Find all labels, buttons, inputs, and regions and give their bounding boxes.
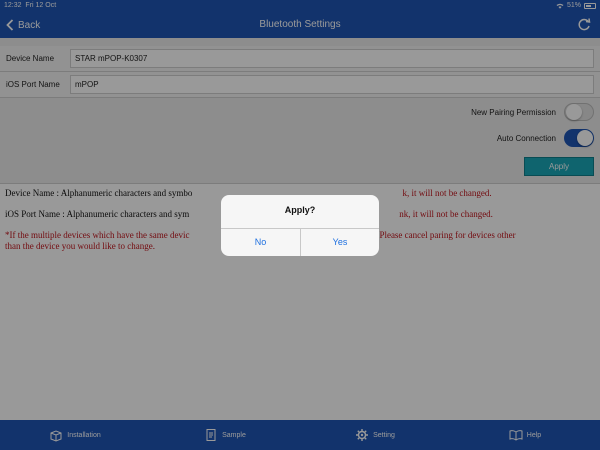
alert-title: Apply?: [284, 205, 316, 215]
alert-no-button[interactable]: No: [221, 229, 300, 256]
apply-alert-dialog: Apply? No Yes: [221, 195, 379, 256]
alert-yes-button[interactable]: Yes: [301, 229, 379, 256]
